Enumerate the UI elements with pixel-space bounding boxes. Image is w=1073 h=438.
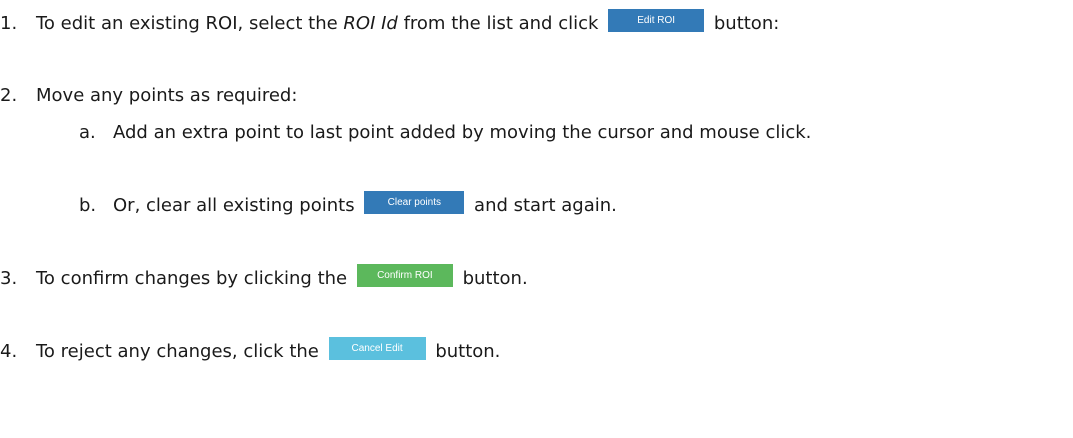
- cancel-edit-button[interactable]: Cancel Edit: [328, 336, 426, 360]
- step-number: 4.: [0, 340, 18, 362]
- roi-id-term: ROI Id: [343, 12, 398, 34]
- substep-text: Add an extra point to last point added b…: [113, 121, 812, 143]
- step-text: To confirm changes by clicking the Confi…: [36, 263, 528, 290]
- edit-roi-button[interactable]: Edit ROI: [608, 8, 705, 32]
- substep-letter: b.: [79, 194, 97, 216]
- substep-text: Or, clear all existing points Clear poin…: [113, 190, 617, 217]
- step-text: To reject any changes, click the Cancel …: [36, 336, 500, 363]
- confirm-roi-button[interactable]: Confirm ROI: [356, 263, 453, 287]
- step-number: 1.: [0, 12, 18, 34]
- step-number: 2.: [0, 84, 18, 106]
- clear-points-button[interactable]: Clear points: [364, 190, 465, 214]
- step-text: To edit an existing ROI, select the ROI …: [36, 8, 779, 35]
- step-number: 3.: [0, 267, 18, 289]
- step-text: Move any points as required:: [36, 84, 298, 106]
- substep-letter: a.: [79, 121, 96, 143]
